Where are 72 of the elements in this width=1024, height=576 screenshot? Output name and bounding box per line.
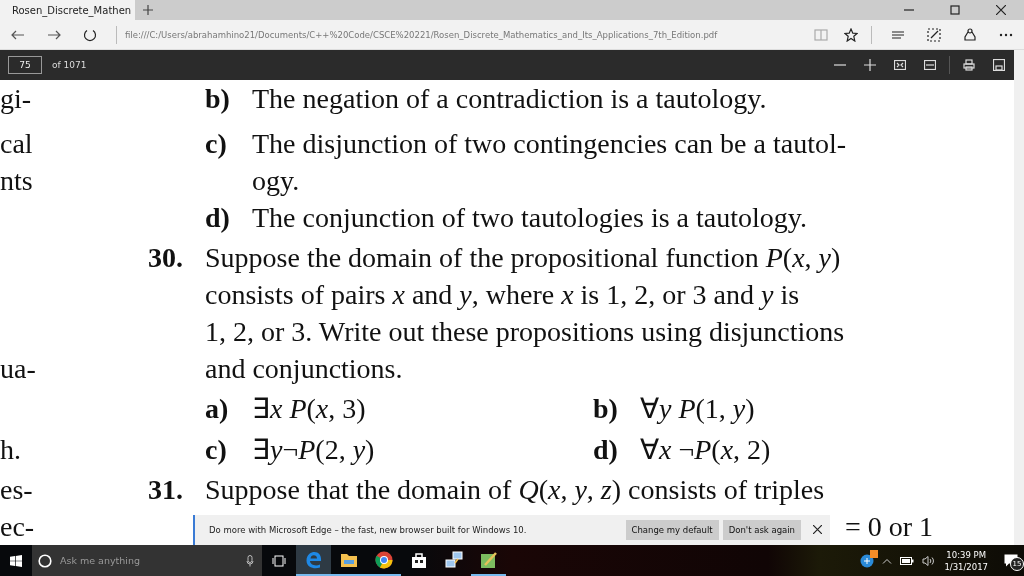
date-text: 1/31/2017 bbox=[944, 560, 988, 573]
item-label: b) bbox=[593, 392, 619, 426]
item-label: c) bbox=[205, 433, 228, 467]
chrome-icon[interactable] bbox=[374, 550, 393, 569]
pen-note-icon[interactable] bbox=[927, 27, 941, 42]
browser-tab[interactable]: Rosen_Discrete_Mathen bbox=[0, 0, 135, 20]
zoom-in-icon[interactable] bbox=[864, 59, 876, 71]
computers-icon[interactable] bbox=[444, 550, 463, 569]
volume-icon[interactable] bbox=[922, 555, 937, 566]
margin-text: cal bbox=[0, 127, 34, 161]
battery-icon[interactable] bbox=[900, 556, 915, 565]
shopping-bag-icon[interactable] bbox=[410, 550, 427, 569]
proposition-text: ∃x P(x, 3) bbox=[252, 392, 366, 426]
search-bar[interactable]: Ask me anything bbox=[32, 545, 262, 576]
statement-text: The disjunction of two contingencies can be a tautol- bbox=[252, 127, 847, 161]
pencil-document-icon[interactable] bbox=[479, 550, 498, 569]
edge-icon[interactable] bbox=[304, 550, 323, 569]
back-arrow-icon[interactable] bbox=[11, 29, 25, 40]
close-icon[interactable] bbox=[996, 5, 1006, 15]
statement-text: = 0 or 1 bbox=[845, 511, 934, 542]
microphone-icon[interactable] bbox=[246, 554, 254, 567]
menu-lines-icon[interactable] bbox=[891, 29, 905, 40]
clock[interactable]: 10:39 PM 1/31/2017 bbox=[944, 548, 988, 573]
time-text: 10:39 PM bbox=[946, 548, 987, 561]
notification-button[interactable]: Change my default bbox=[625, 520, 719, 540]
cortana-ring-icon bbox=[38, 553, 52, 568]
scrollbar[interactable] bbox=[1014, 50, 1024, 545]
new-tab-icon[interactable] bbox=[143, 5, 153, 15]
chevron-up-icon[interactable] bbox=[882, 557, 893, 564]
fit-page-icon[interactable] bbox=[894, 60, 906, 70]
item-label: c) bbox=[205, 127, 228, 161]
exercise-text: Suppose the domain of the propositional function P(x, y) consists of pairs x and y, where x is 1, 2, or 3 and y is 1, 2, or 3. Write out these propositions using disjunctions and conjunctions. bbox=[205, 241, 845, 386]
item-label: d) bbox=[205, 201, 231, 235]
maximize-icon[interactable] bbox=[950, 5, 960, 15]
item-label: b) bbox=[205, 82, 231, 116]
refresh-icon[interactable] bbox=[83, 27, 97, 42]
margin-text: ua- bbox=[0, 352, 37, 386]
exercise-number: 31. bbox=[148, 473, 184, 507]
proposition-text: ∀y P(1, y) bbox=[640, 392, 755, 426]
notification-button[interactable]: Don't ask again bbox=[722, 520, 801, 540]
proposition-text: ∀x ¬P(x, 2) bbox=[640, 433, 771, 467]
page-count: of 1071 bbox=[52, 60, 87, 70]
margin-text: ec- bbox=[0, 510, 36, 544]
page-number-field[interactable]: 75 bbox=[8, 56, 42, 74]
statement-text: ogy. bbox=[252, 165, 300, 196]
print-icon[interactable] bbox=[963, 59, 975, 71]
statement-text: The conjunction of two tautologies is a tautology. bbox=[252, 201, 807, 235]
item-label: d) bbox=[593, 433, 619, 467]
margin-text: h. bbox=[0, 433, 22, 467]
notification-message: Do more with Microsoft Edge – the fast, new browser built for Windows 10. bbox=[209, 525, 528, 535]
statement-text: The negation of a contradiction is a tautology. bbox=[252, 82, 767, 116]
proposition-text: ∃y¬P(2, y) bbox=[252, 433, 375, 467]
tab-title: Rosen_Discrete_Mathen bbox=[12, 4, 132, 16]
alert-badge bbox=[870, 549, 879, 558]
item-label: a) bbox=[205, 392, 230, 426]
fit-width-icon[interactable] bbox=[924, 60, 936, 70]
margin-text: es- bbox=[0, 473, 34, 507]
star-icon[interactable] bbox=[844, 27, 858, 42]
margin-text: nts bbox=[0, 164, 34, 198]
globe-update-icon[interactable] bbox=[860, 553, 875, 568]
margin-text: gi- bbox=[0, 82, 33, 116]
folder-icon[interactable] bbox=[339, 551, 358, 568]
exercise-number: 30. bbox=[148, 241, 184, 275]
more-icon[interactable] bbox=[999, 32, 1013, 37]
share-icon[interactable] bbox=[963, 27, 977, 42]
task-view-icon[interactable] bbox=[272, 554, 286, 567]
close-icon[interactable] bbox=[813, 524, 822, 534]
save-icon[interactable] bbox=[993, 59, 1005, 71]
search-field[interactable]: Ask me anything bbox=[58, 554, 240, 567]
exercise-text: Suppose that the domain of Q(x, y, z) consists of triples bbox=[205, 473, 825, 507]
windows-logo-icon[interactable] bbox=[10, 554, 22, 567]
forward-arrow-icon[interactable] bbox=[47, 29, 61, 40]
